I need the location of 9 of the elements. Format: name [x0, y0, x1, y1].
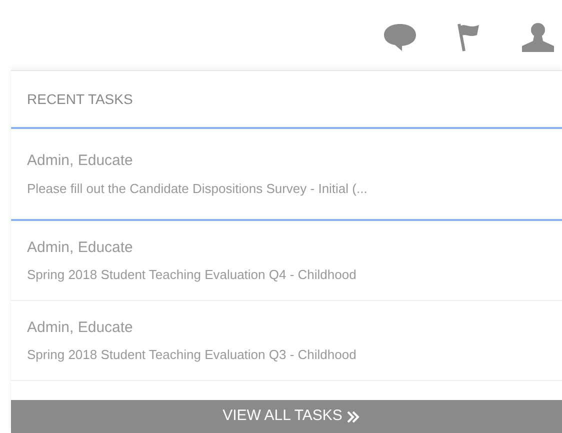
- task-item[interactable]: Admin, Educate Spring 2018 Student Teaching Evaluation Q4 - Childhood: [11, 221, 562, 301]
- flag-icon[interactable]: [456, 21, 482, 53]
- chat-bubble-icon[interactable]: [382, 22, 418, 52]
- task-item[interactable]: Admin, Educate Please fill out the Candidate Dispositions Survey - Initial (...: [11, 129, 562, 221]
- panel-title: RECENT TASKS: [27, 90, 133, 108]
- view-all-tasks-button[interactable]: VIEW ALL TASKS: [11, 400, 562, 433]
- double-chevron-icon: [346, 410, 360, 424]
- task-item[interactable]: Admin, Educate Spring 2018 Student Teaching Evaluation Q3 - Childhood: [11, 301, 562, 381]
- user-icon[interactable]: [520, 21, 556, 53]
